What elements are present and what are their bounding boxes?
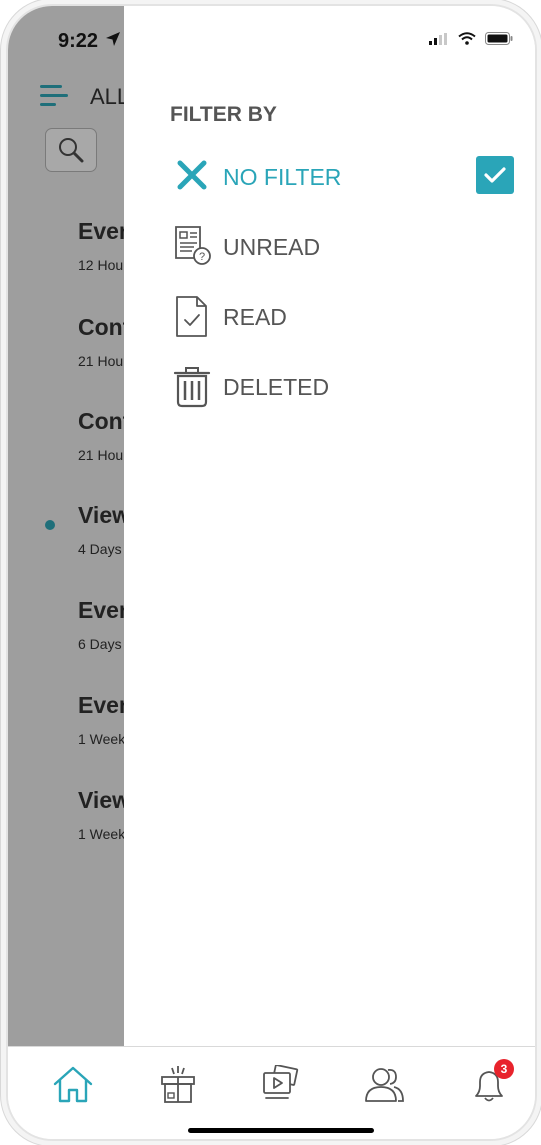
filter-option-label: UNREAD	[223, 234, 321, 260]
tab-notifications[interactable]: 3	[468, 1059, 514, 1105]
list-item-time: 1 Week ago	[78, 731, 124, 747]
battery-icon	[485, 32, 513, 45]
unread-dot	[45, 520, 55, 530]
list-item-time: 12 Hours ago	[78, 257, 124, 273]
list-item-title: Content	[78, 408, 124, 434]
home-indicator[interactable]	[188, 1128, 374, 1133]
filter-title: FILTER BY	[170, 103, 277, 126]
list-title: ALL	[90, 84, 124, 109]
list-item[interactable]: Views 4 Days ago	[78, 502, 124, 557]
filter-option-label: NO FILTER	[223, 164, 342, 190]
status-time: 9:22	[58, 30, 99, 52]
list-item-time: 4 Days ago	[78, 541, 124, 557]
status-icons	[429, 32, 513, 45]
tab-home[interactable]	[50, 1065, 96, 1105]
search-button[interactable]	[45, 128, 97, 172]
trash-icon	[173, 367, 211, 408]
phone-screen: 9:22 ALL Eve 12 Hou Con 21 Hou Con 21 Ho…	[8, 6, 535, 1139]
list-item[interactable]: Events 12 Hours ago	[78, 218, 124, 273]
wifi-icon	[458, 32, 476, 45]
tab-media[interactable]	[256, 1064, 302, 1105]
list-item[interactable]: Content 21 Hours ago	[78, 408, 124, 463]
filter-option-unread[interactable]: ? UNREAD	[170, 224, 530, 268]
checkmark-icon	[484, 167, 506, 183]
list-item-title: Content	[78, 314, 124, 340]
menu-icon[interactable]	[40, 85, 70, 107]
signal-icon	[429, 32, 447, 45]
filter-option-label: DELETED	[223, 374, 330, 400]
filter-drawer: FILTER BY NO FILTER ? UNREAD READ DELETE…	[124, 6, 535, 1046]
close-x-icon	[177, 160, 207, 190]
list-item[interactable]: Views 1 Week ago	[78, 787, 124, 842]
svg-text:?: ?	[199, 251, 205, 263]
list-item-time: 21 Hours ago	[78, 353, 124, 369]
list-item-time: 21 Hours ago	[78, 447, 124, 463]
bottom-tab-bar: 3	[8, 1046, 535, 1139]
tab-gifts[interactable]	[155, 1065, 201, 1105]
people-icon	[365, 1068, 404, 1102]
filter-option-read[interactable]: READ	[170, 294, 530, 338]
selected-checkbox[interactable]	[476, 156, 514, 194]
list-item-title: Events	[78, 692, 124, 718]
home-icon	[53, 1066, 93, 1103]
list-item-title: Views	[78, 787, 124, 813]
status-bar: 9:22	[8, 6, 535, 76]
list-item-title: Events	[78, 218, 124, 244]
unread-document-icon: ?	[175, 226, 211, 265]
list-item-time: 6 Days ago	[78, 636, 124, 652]
list-item-time: 1 Week ago	[78, 826, 124, 842]
filter-option-label: READ	[223, 304, 287, 330]
filter-option-deleted[interactable]: DELETED	[170, 364, 530, 408]
background-list-overlay[interactable]: ALL Events 12 Hours ago Content 21 Hours…	[8, 6, 124, 1046]
tab-people[interactable]	[361, 1065, 407, 1105]
list-item-title: Views	[78, 502, 124, 528]
read-document-icon	[176, 296, 207, 337]
location-arrow-icon	[106, 32, 120, 46]
search-icon	[59, 138, 84, 163]
media-gallery-icon	[263, 1064, 299, 1099]
list-item[interactable]: Events 6 Days ago	[78, 597, 124, 652]
gift-box-icon	[161, 1066, 195, 1103]
list-item-title: Events	[78, 597, 124, 623]
notification-badge: 3	[494, 1059, 514, 1079]
list-item[interactable]: Events 1 Week ago	[78, 692, 124, 747]
list-item[interactable]: Content 21 Hours ago	[78, 314, 124, 369]
